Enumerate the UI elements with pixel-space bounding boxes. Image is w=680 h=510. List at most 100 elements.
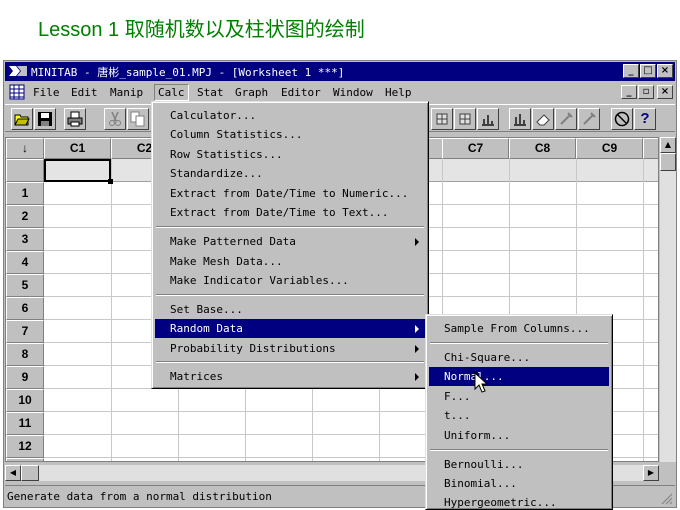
menu-item-label: Set Base... <box>170 303 243 316</box>
copy-icon <box>130 111 145 127</box>
vertical-scrollbar[interactable]: ▲ <box>660 137 676 462</box>
row-header-7[interactable]: 7 <box>6 320 44 343</box>
menu-item-uniform[interactable]: Uniform... <box>429 426 609 445</box>
worksheet-icon[interactable] <box>9 84 25 100</box>
print-button[interactable] <box>64 108 86 130</box>
column-header-c8[interactable]: C8 <box>509 138 576 159</box>
menu-stat[interactable]: Stat <box>193 84 228 101</box>
doc-minimize-button[interactable]: _ <box>621 85 637 99</box>
menu-file[interactable]: File <box>29 84 64 101</box>
scroll-right-button[interactable]: ▶ <box>643 465 659 481</box>
row-header-12[interactable]: 12 <box>6 435 44 458</box>
row-header-1[interactable]: 1 <box>6 182 44 205</box>
lesson-title: Lesson 1 取随机数以及柱状图的绘制 <box>38 19 365 41</box>
menu-item-extract-to-numeric[interactable]: Extract from Date/Time to Numeric... <box>155 184 425 203</box>
menu-item-f[interactable]: F... <box>429 387 609 406</box>
tool-button-3[interactable] <box>477 108 499 130</box>
row-header-5[interactable]: 5 <box>6 274 44 297</box>
window-title: MINITAB - 唐彬_sample_01.MPJ - [Worksheet … <box>31 66 345 79</box>
row-header-6[interactable]: 6 <box>6 297 44 320</box>
tool-button-1[interactable] <box>431 108 453 130</box>
cut-button[interactable] <box>104 108 126 130</box>
menu-item-standardize[interactable]: Standardize... <box>155 164 425 183</box>
tool-button-6[interactable] <box>555 108 577 130</box>
menu-item-set-base[interactable]: Set Base... <box>155 300 425 319</box>
column-header-c7[interactable]: C7 <box>442 138 509 159</box>
menu-item-probability-distributions[interactable]: Probability Distributions <box>155 339 425 358</box>
copy-button[interactable] <box>127 108 149 130</box>
scissors-icon <box>109 111 121 126</box>
menu-item-make-mesh-data[interactable]: Make Mesh Data... <box>155 252 425 271</box>
doc-restore-button[interactable]: ▫ <box>638 85 654 99</box>
row-header-8[interactable]: 8 <box>6 343 44 366</box>
close-button[interactable]: × <box>657 64 673 78</box>
menu-item-chi-square[interactable]: Chi-Square... <box>429 348 609 367</box>
menu-item-make-patterned-data[interactable]: Make Patterned Data <box>155 232 425 251</box>
menu-calc[interactable]: Calc <box>154 84 189 101</box>
column-header-next[interactable] <box>643 138 658 159</box>
menu-edit[interactable]: Edit <box>67 84 102 101</box>
tool-button-5[interactable] <box>532 108 554 130</box>
open-button[interactable] <box>11 108 33 130</box>
menu-item-label: Make Patterned Data <box>170 235 296 248</box>
row-header-9[interactable]: 9 <box>6 366 44 389</box>
row-header-2[interactable]: 2 <box>6 205 44 228</box>
row-header-10[interactable]: 10 <box>6 389 44 412</box>
menu-item-matrices[interactable]: Matrices <box>155 367 425 386</box>
menu-item-column-statistics[interactable]: Column Statistics... <box>155 125 425 144</box>
menu-graph[interactable]: Graph <box>231 84 272 101</box>
menu-item-t[interactable]: t... <box>429 406 609 425</box>
column-header-c1[interactable]: C1 <box>44 138 111 159</box>
column-tool-icon <box>459 113 471 125</box>
tool-button-2[interactable] <box>454 108 476 130</box>
submenu-arrow-icon <box>415 345 419 353</box>
title-bar[interactable]: MINITAB - 唐彬_sample_01.MPJ - [Worksheet … <box>5 62 675 81</box>
pencil-icon <box>583 112 596 125</box>
menu-item-calculator[interactable]: Calculator... <box>155 106 425 125</box>
tool-button-4[interactable] <box>509 108 531 130</box>
horizontal-scroll-thumb[interactable] <box>21 465 39 481</box>
calc-dropdown-menu: Calculator... Column Statistics... Row S… <box>151 101 429 389</box>
menu-item-label: Probability Distributions <box>170 342 336 355</box>
name-row-header[interactable] <box>6 159 44 182</box>
menu-item-label: Extract from Date/Time to Text... <box>170 206 389 219</box>
menu-help[interactable]: Help <box>381 84 416 101</box>
save-button[interactable] <box>34 108 56 130</box>
menu-item-extract-to-text[interactable]: Extract from Date/Time to Text... <box>155 203 425 222</box>
scroll-up-button[interactable]: ▲ <box>660 137 676 153</box>
menu-separator <box>430 449 608 451</box>
resize-grip-icon[interactable] <box>661 493 673 505</box>
menu-item-binomial[interactable]: Binomial... <box>429 474 609 493</box>
menu-item-row-statistics[interactable]: Row Statistics... <box>155 145 425 164</box>
menu-item-make-indicator-variables[interactable]: Make Indicator Variables... <box>155 271 425 290</box>
random-data-submenu: Sample From Columns... Chi-Square... Nor… <box>425 314 613 510</box>
menu-manip[interactable]: Manip <box>106 84 147 101</box>
menu-item-label: Standardize... <box>170 167 263 180</box>
tool-button-7[interactable] <box>578 108 600 130</box>
scroll-left-button[interactable]: ◀ <box>5 465 21 481</box>
corner-cell[interactable]: ↓ <box>6 138 44 159</box>
save-disk-icon <box>38 112 52 126</box>
menu-item-sample-from-columns[interactable]: Sample From Columns... <box>429 319 609 338</box>
minimize-button[interactable]: _ <box>623 64 639 78</box>
graph-tool-icon <box>514 114 526 126</box>
menu-item-bernoulli[interactable]: Bernoulli... <box>429 455 609 474</box>
menu-item-normal[interactable]: Normal... <box>429 367 609 386</box>
maximize-button[interactable]: □ <box>640 64 656 78</box>
doc-close-button[interactable]: × <box>657 85 673 99</box>
cancel-tool-button[interactable] <box>611 108 633 130</box>
row-header-4[interactable]: 4 <box>6 251 44 274</box>
vertical-scroll-thumb[interactable] <box>660 153 676 171</box>
column-header-c9[interactable]: C9 <box>576 138 643 159</box>
row-header-3[interactable]: 3 <box>6 228 44 251</box>
help-question-icon: ? <box>640 110 650 127</box>
row-header-11[interactable]: 11 <box>6 412 44 435</box>
menu-item-label: Matrices <box>170 370 223 383</box>
active-cell[interactable] <box>44 159 113 184</box>
menu-item-hypergeometric[interactable]: Hypergeometric... <box>429 493 609 510</box>
menu-window[interactable]: Window <box>329 84 377 101</box>
menu-editor[interactable]: Editor <box>277 84 325 101</box>
help-button[interactable]: ? <box>634 108 656 130</box>
row-header-13[interactable]: 13 <box>6 458 44 461</box>
menu-item-random-data[interactable]: Random Data <box>155 319 425 338</box>
